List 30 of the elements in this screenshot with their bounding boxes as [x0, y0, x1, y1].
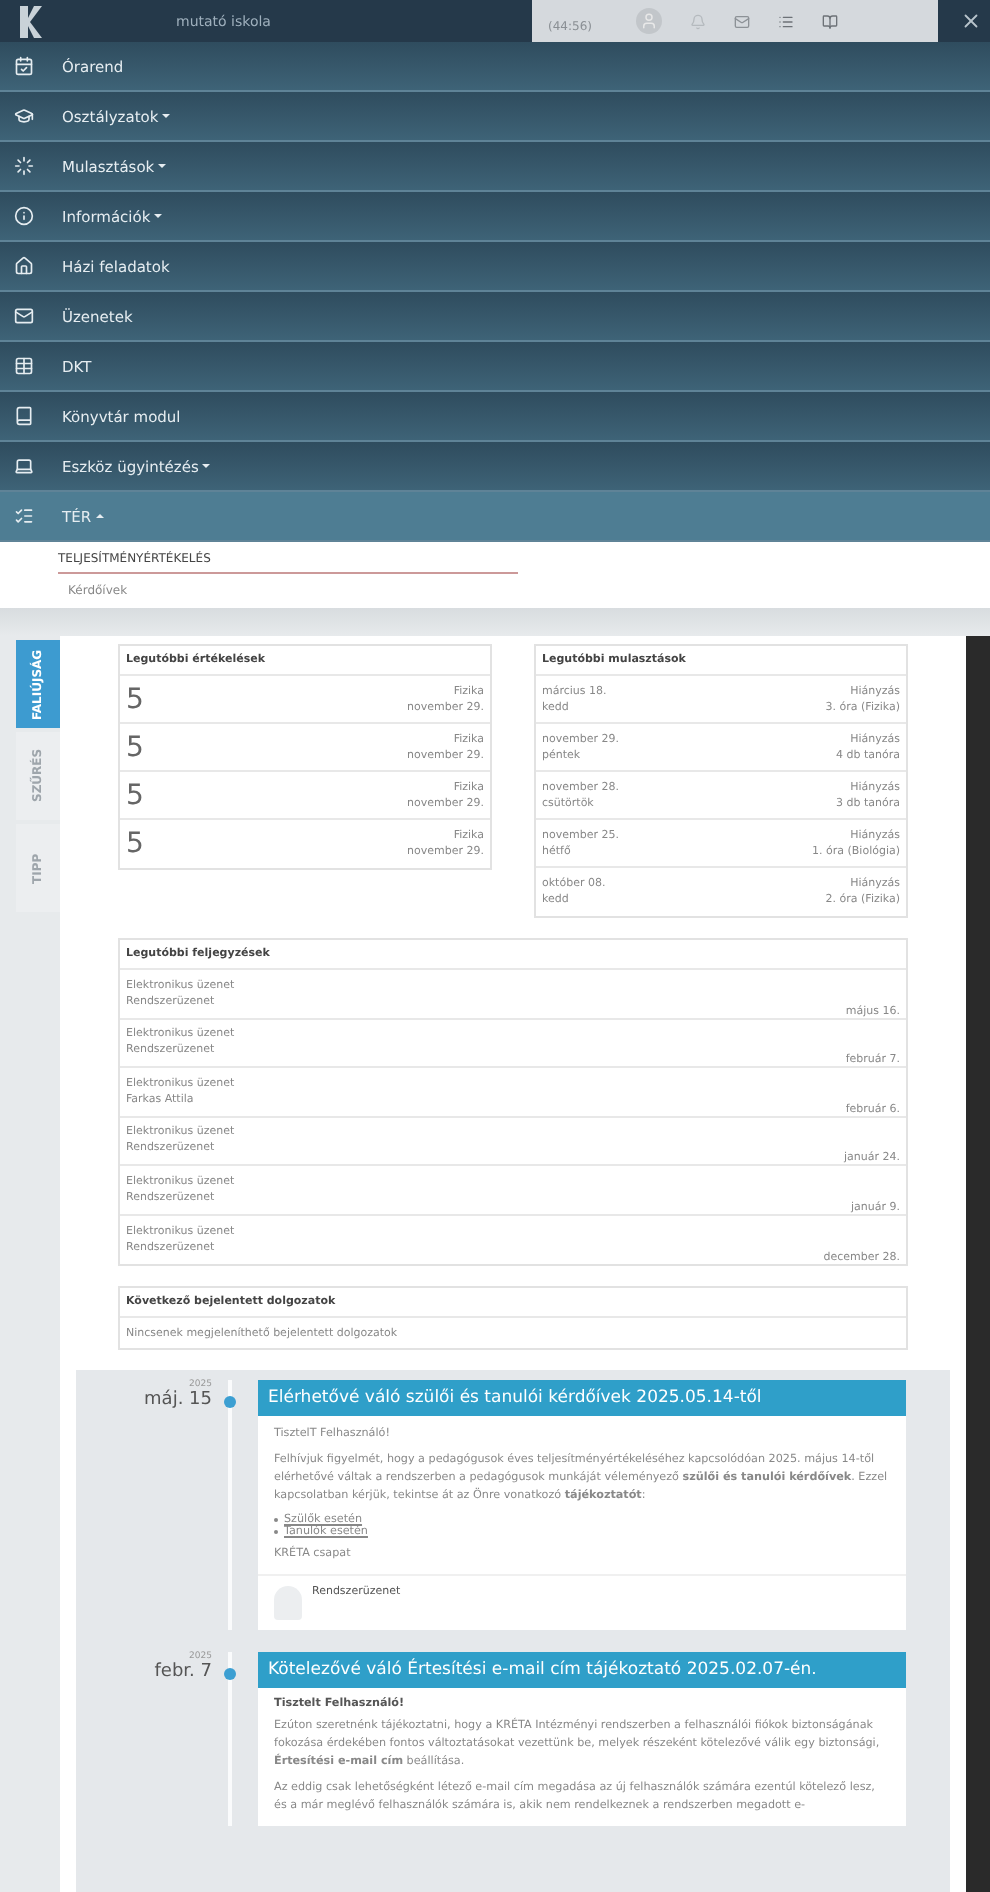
grade-value: 5	[126, 779, 144, 811]
home-icon	[14, 256, 34, 276]
book-icon[interactable]	[822, 13, 838, 29]
timeline-dot	[224, 1668, 236, 1680]
close-icon[interactable]	[959, 10, 981, 32]
post-title: Elérhetővé váló szülői és tanulói kérdőívek 2025.05.14-től	[258, 1380, 906, 1416]
caret-icon	[95, 514, 104, 518]
calendar-check-icon	[14, 56, 34, 76]
grade-value: 5	[126, 731, 144, 763]
caret-icon	[154, 214, 163, 218]
caret-icon	[202, 464, 211, 468]
laptop-icon	[14, 456, 34, 476]
grade-value: 5	[126, 683, 144, 715]
graduation-cap-icon	[14, 106, 34, 126]
caret-icon	[162, 114, 171, 118]
table-icon	[14, 356, 34, 376]
list-icon[interactable]	[778, 13, 794, 29]
post-date: máj. 15	[144, 1390, 212, 1410]
mail-icon[interactable]	[734, 13, 750, 29]
post-title: Kötelezővé váló Értesítési e-mail cím tájékoztató 2025.02.07-én.	[258, 1652, 906, 1688]
checklist-icon	[14, 506, 34, 526]
info-icon	[14, 206, 34, 226]
logo-icon	[20, 5, 44, 37]
spinner-icon	[14, 156, 34, 176]
grade-value: 5	[126, 828, 144, 860]
timeline-dot	[224, 1396, 236, 1408]
caret-icon	[158, 164, 167, 168]
book-icon	[14, 406, 34, 426]
post-date: febr. 7	[154, 1662, 212, 1682]
mail-icon	[14, 306, 34, 326]
